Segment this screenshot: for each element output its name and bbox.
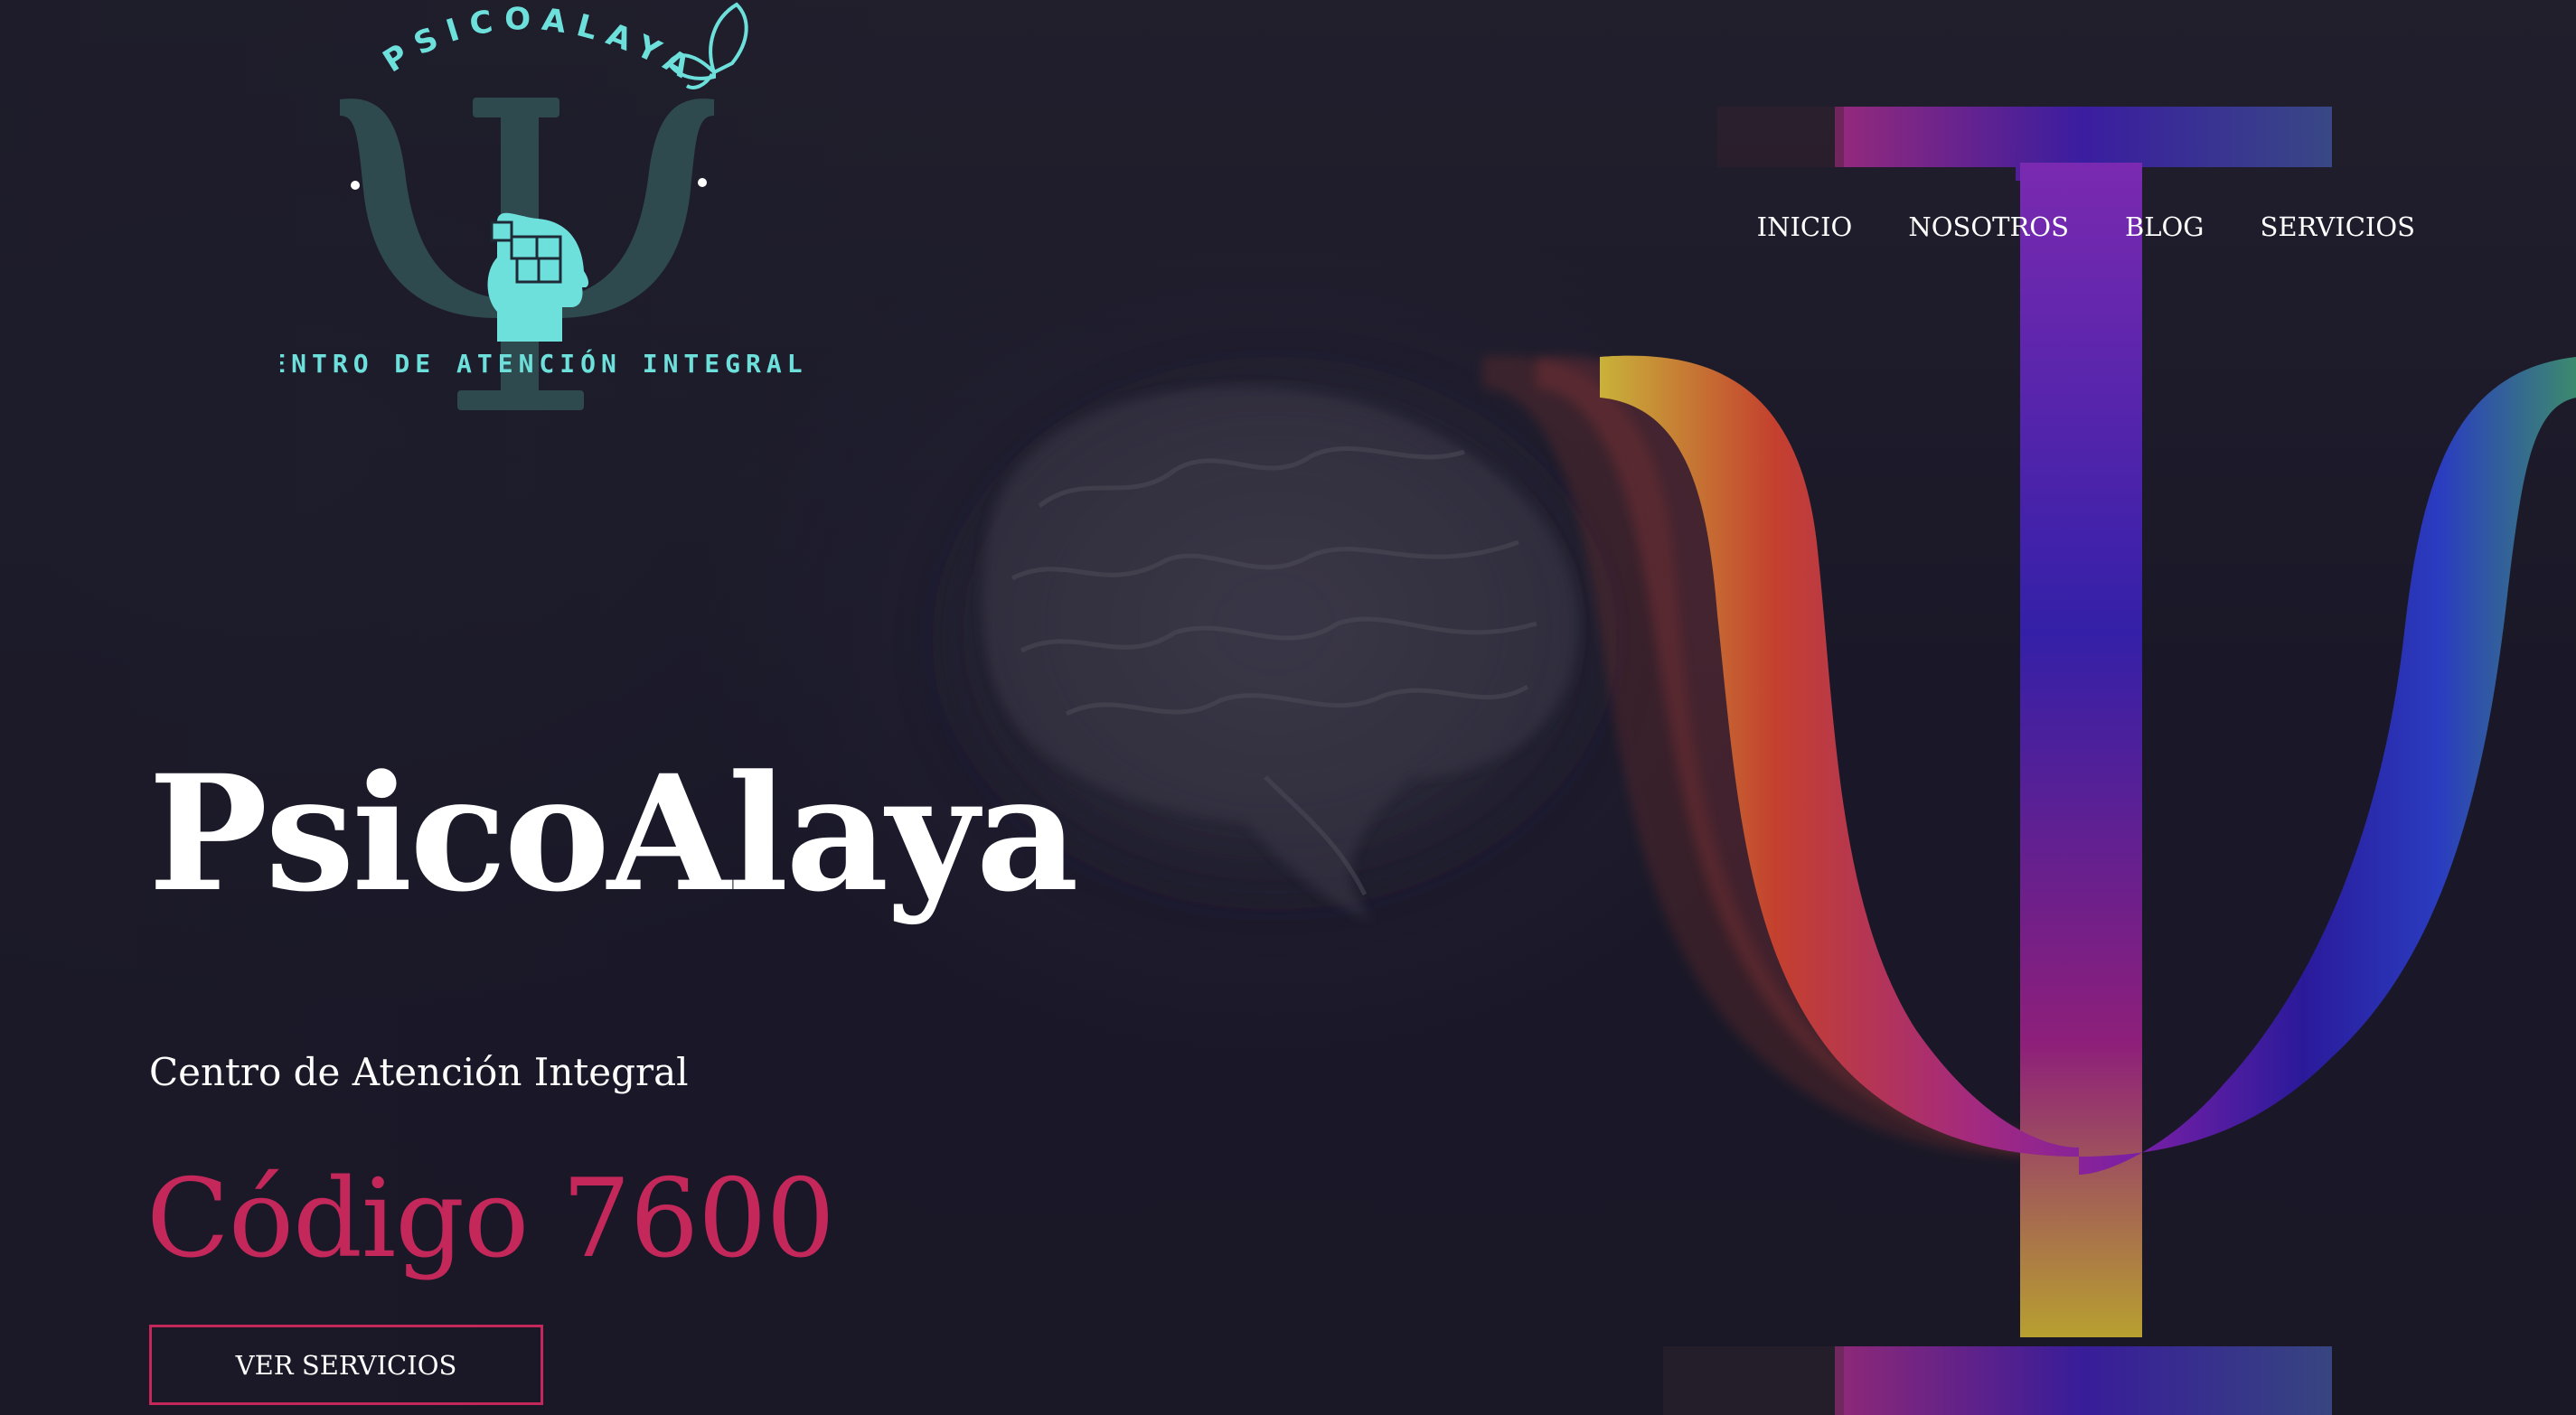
hero-code: Código 7600: [146, 1157, 835, 1282]
nav-item-servicios[interactable]: SERVICIOS: [2260, 211, 2415, 242]
site-logo[interactable]: PSICOALAYA CENTRO DE ATENCIÓN INTEGRAL: [280, 0, 804, 425]
hero-section: PSICOALAYA CENTRO DE ATENCIÓN INTEGRAL I…: [0, 0, 2576, 1415]
hero-title: PsicoAlaya: [148, 740, 1079, 927]
logo-arc-text: PSICOALAYA: [377, 1, 694, 90]
logo-tagline: CENTRO DE ATENCIÓN INTEGRAL: [280, 348, 804, 379]
ver-servicios-button[interactable]: VER SERVICIOS: [149, 1325, 543, 1405]
nav-item-nosotros[interactable]: NOSOTROS: [1908, 211, 2069, 242]
psi-head-puzzle-icon: [487, 212, 589, 342]
nav-item-blog[interactable]: BLOG: [2125, 211, 2205, 242]
hero-subtitle: Centro de Atención Integral: [149, 1050, 689, 1094]
nav-item-inicio[interactable]: INICIO: [1757, 211, 1853, 242]
svg-text:PSICOALAYA: PSICOALAYA: [377, 1, 705, 90]
main-nav: INICIO NOSOTROS BLOG SERVICIOS: [1757, 211, 2415, 242]
